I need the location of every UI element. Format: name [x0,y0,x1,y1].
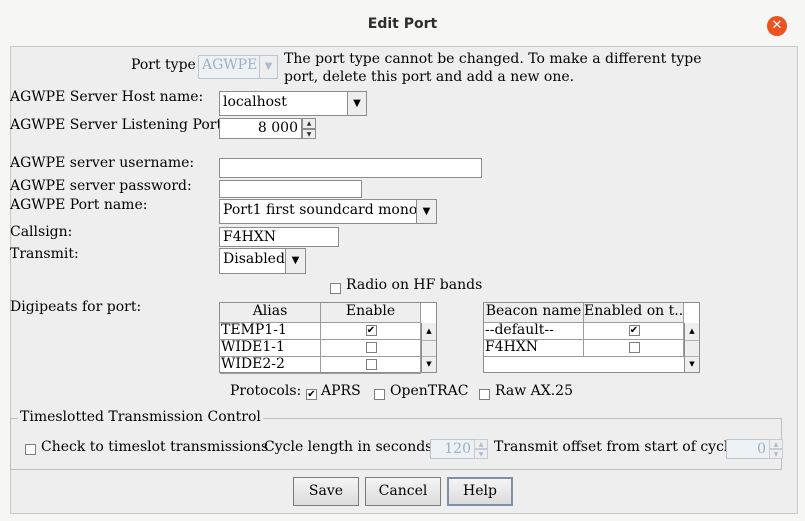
opentrac-label: OpenTRAC [390,383,469,399]
digipeats-table: Alias Enable TEMP1-1 ✔ WIDE1-1 WIDE2-2 ▲… [219,302,437,374]
radio-hf-label: Radio on HF bands [346,277,483,293]
beacons-scrollbar[interactable]: ▲ ▼ [684,323,699,372]
help-button[interactable]: Help [447,477,513,506]
transmit-offset-down-icon: ▼ [769,449,783,459]
port-type-field: AGWPE [198,55,260,79]
port-name-dropdown-icon[interactable]: ▼ [416,199,437,224]
password-input[interactable] [219,180,362,198]
transmit-offset-label: Transmit offset from start of cycle: [494,439,742,455]
digipeats-scrollbar[interactable]: ▲ ▼ [421,323,436,372]
beacon-enabled-checkbox[interactable] [628,342,640,353]
username-input[interactable] [219,158,482,178]
timeslot-check-label: Check to timeslot transmissions [41,439,269,455]
timeslot-group-title: Timeslotted Transmission Control [18,409,263,425]
scroll-up-icon[interactable]: ▲ [685,323,699,340]
callsign-label: Callsign: [10,224,73,240]
cancel-button[interactable]: Cancel [365,477,441,506]
listen-port-label: AGWPE Server Listening Port#: [10,117,239,133]
close-icon[interactable]: ✕ [767,16,787,36]
listen-port-down-icon[interactable]: ▼ [302,129,316,139]
port-type-note-line1: The port type cannot be changed. To make… [284,51,702,67]
window-title: Edit Port [367,16,438,32]
beacons-table: Beacon name Enabled on t... --default-- … [483,302,700,373]
transmit-label: Transmit: [10,246,79,262]
scroll-down-icon[interactable]: ▼ [685,357,699,372]
digipeat-row-alias[interactable]: TEMP1-1 [220,323,321,340]
radio-hf-checkbox[interactable] [330,283,341,294]
username-label: AGWPE server username: [10,155,195,171]
password-label: AGWPE server password: [10,178,192,194]
raw-ax25-checkbox[interactable] [479,389,490,400]
digipeat-row-enable[interactable] [321,340,421,357]
beacon-row-name[interactable]: --default-- [484,323,584,340]
beacon-enabled-checkbox[interactable]: ✔ [628,325,640,336]
port-type-dropdown-icon: ▼ [259,55,278,79]
beacon-row-enabled[interactable] [584,340,684,357]
cycle-length-field: 120 [430,439,475,459]
port-type-note-line2: port, delete this port and add a new one… [284,69,575,85]
cycle-length-up-icon: ▲ [474,439,488,449]
cycle-length-label: Cycle length in seconds: [264,439,438,455]
save-button[interactable]: Save [293,477,359,506]
digipeat-enable-checkbox[interactable]: ✔ [365,325,377,336]
scroll-track[interactable] [685,340,699,357]
transmit-offset-field: 0 [726,439,770,459]
beacon-row-enabled[interactable]: ✔ [584,323,684,340]
digipeats-label: Digipeats for port: [10,299,142,315]
digipeats-header-enable[interactable]: Enable [321,303,421,323]
scroll-down-icon[interactable]: ▼ [422,357,436,372]
transmit-dropdown-icon[interactable]: ▼ [285,248,306,274]
port-name-combo-field[interactable]: Port1 first soundcard mono [219,199,417,224]
transmit-combo-field[interactable]: Disabled [219,248,286,274]
digipeats-header-alias[interactable]: Alias [220,303,321,323]
digipeat-enable-checkbox[interactable] [365,359,377,370]
host-label: AGWPE Server Host name: [10,89,204,105]
timeslot-checkbox[interactable] [25,444,36,455]
cycle-length-down-icon: ▼ [474,449,488,459]
digipeat-enable-checkbox[interactable] [365,342,377,353]
digipeat-row-alias[interactable]: WIDE2-2 [220,357,321,374]
scroll-up-icon[interactable]: ▲ [422,323,436,340]
raw-ax25-label: Raw AX.25 [495,383,573,399]
protocols-label: Protocols: [230,383,302,399]
callsign-input[interactable]: F4HXN [219,227,339,247]
aprs-label: APRS [321,383,361,399]
digipeat-row-enable[interactable] [321,357,421,374]
beacons-header-name[interactable]: Beacon name [484,303,584,323]
beacon-row-name[interactable]: F4HXN [484,340,584,357]
port-type-label: Port type [131,57,196,73]
listen-port-field[interactable]: 8 000 [219,118,302,139]
host-combo-field[interactable]: localhost [219,91,348,116]
host-dropdown-icon[interactable]: ▼ [347,91,367,116]
beacons-header-enabled[interactable]: Enabled on t... [584,303,684,323]
digipeat-row-enable[interactable]: ✔ [321,323,421,340]
transmit-offset-up-icon: ▲ [769,439,783,449]
port-name-label: AGWPE Port name: [10,197,148,213]
opentrac-checkbox[interactable] [374,389,385,400]
aprs-checkbox[interactable]: ✔ [306,389,317,400]
listen-port-up-icon[interactable]: ▲ [302,118,316,129]
scroll-track[interactable] [422,340,436,357]
digipeat-row-alias[interactable]: WIDE1-1 [220,340,321,357]
